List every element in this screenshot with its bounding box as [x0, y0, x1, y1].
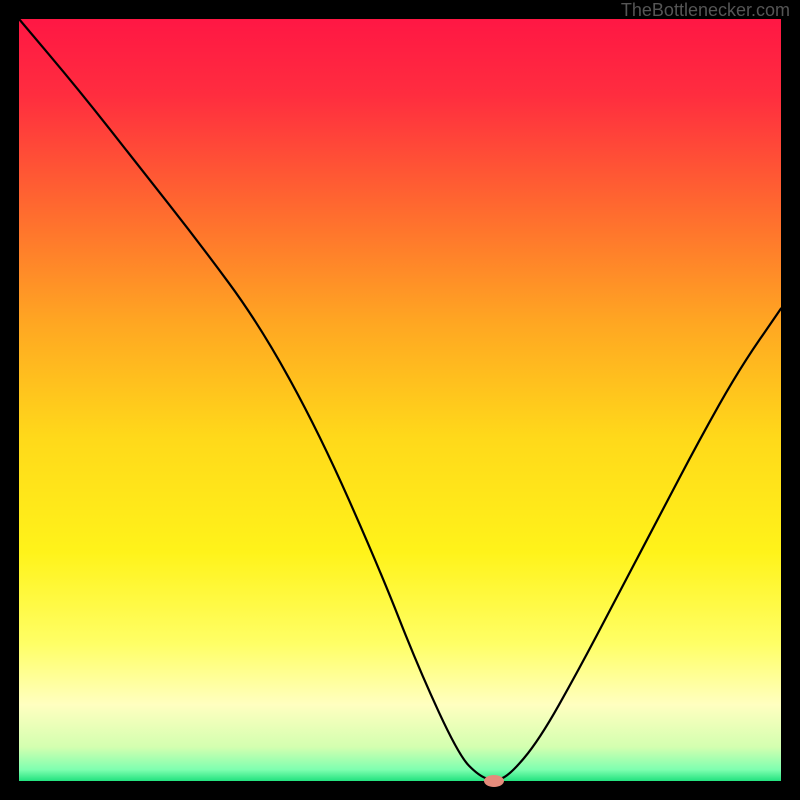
attribution-label: TheBottlenecker.com [621, 0, 790, 20]
chart-svg: TheBottlenecker.com [0, 0, 800, 800]
plot-area [19, 19, 781, 781]
bottleneck-chart: TheBottlenecker.com [0, 0, 800, 800]
minimum-marker [484, 775, 504, 787]
